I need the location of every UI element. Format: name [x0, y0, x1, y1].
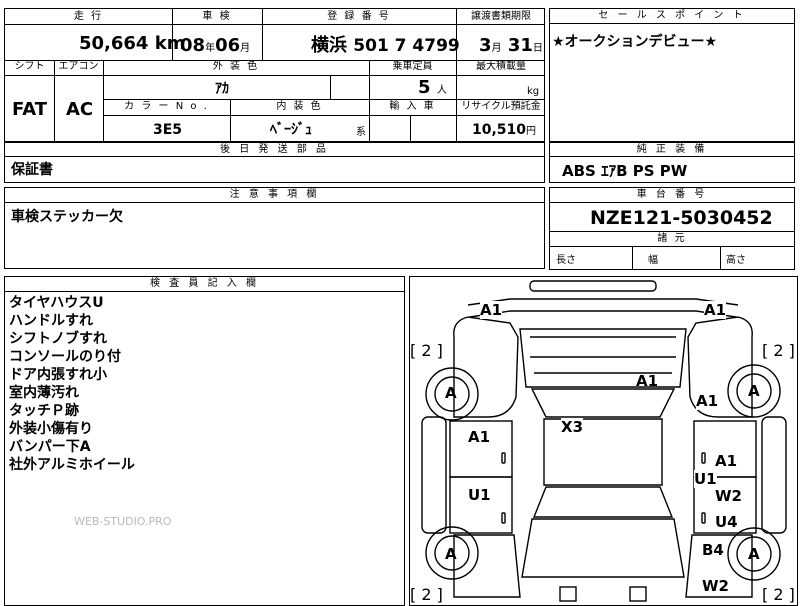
tire-count-front-left: [ 2 ] — [410, 341, 443, 360]
aircon-value: AC — [66, 99, 94, 120]
damage-right-rear-u4: U4 — [715, 513, 738, 531]
tire-count-front-right: [ 2 ] — [762, 341, 795, 360]
front-body-shape — [467, 298, 739, 306]
exterior-color-label: 外 装 色 — [212, 61, 260, 72]
left-fender-shape — [453, 316, 519, 418]
shaken-date: 08年06月 — [180, 35, 251, 56]
notes-box: 注 意 事 項 欄 車検ステッカー欠 — [4, 187, 545, 269]
sales-point-text: ★オークションデビュー★ — [552, 34, 718, 50]
car-diagram-box: [ 2 ] [ 2 ] [ 2 ] [ 2 ] A A A A A1 A1 A1… — [409, 276, 798, 606]
rear-window-shape — [532, 486, 674, 518]
interior-color-suffix: 系 — [356, 127, 366, 138]
recycle-value: 10,510円 — [472, 122, 537, 138]
damage-right-door-w2: W2 — [715, 487, 742, 505]
damage-front-left: A1 — [480, 301, 503, 319]
sales-point-label: セ ー ル ス ポ イ ン ト — [550, 9, 794, 24]
inspector-item: タイヤハウスU — [9, 295, 104, 311]
inspector-item: バンパー下A — [9, 439, 91, 455]
later-parts-value: 保証書 — [11, 162, 53, 178]
damage-left-front-door: A1 — [468, 428, 491, 446]
watermark: WEB-STUDIO.PRO — [74, 515, 172, 528]
inspector-item: ドア内張すれ小 — [9, 367, 107, 383]
vehicle-info-table: 走 行 車 検 登 録 番 号 譲渡書類期限 50,664 km 08年06月 … — [4, 8, 545, 142]
tire-grade-rear-right: A — [748, 545, 760, 563]
length-label: 長さ — [556, 255, 576, 266]
chassis-box: 車 台 番 号 NZE121-5030452 諸 元 長さ 幅 高さ — [549, 187, 795, 270]
tire-grade-front-right: A — [748, 382, 760, 400]
damage-front-right: A1 — [704, 301, 727, 319]
inspector-list: タイヤハウスU ハンドルすれ シフトノブすれ コンソールのり付 ドア内張すれ小 … — [9, 294, 135, 474]
chassis-number: NZE121-5030452 — [590, 207, 773, 229]
sales-point-box: セ ー ル ス ポ イ ン ト ★オークションデビュー★ — [549, 8, 795, 142]
shift-value: FAT — [12, 99, 48, 120]
inspector-item: 社外アルミホイール — [9, 457, 135, 473]
interior-color-value: ﾍﾞｰｼﾞｭ — [270, 122, 312, 138]
standard-equipment-text: ABS ｴｱB PS PW — [562, 162, 688, 180]
color-no-label: カ ラ ー N o . — [124, 101, 209, 112]
standard-equipment-box: 純 正 装 備 ABS ｴｱB PS PW — [549, 142, 795, 183]
damage-right-rear-b4: B4 — [702, 541, 724, 559]
front-bumper-shape — [529, 280, 657, 292]
damage-left-rear-door: U1 — [468, 486, 491, 504]
damage-right-door-u1: U1 — [694, 470, 717, 488]
damage-right-fender: A1 — [696, 392, 719, 410]
mileage-label: 走 行 — [73, 11, 104, 22]
hood-shape — [519, 328, 687, 388]
inspector-label: 検 査 員 記 入 欄 — [5, 277, 404, 292]
damage-hood: A1 — [636, 372, 659, 390]
trunk-shape — [521, 518, 685, 578]
damage-rear-w2: W2 — [702, 577, 729, 595]
interior-color-label: 内 装 色 — [276, 101, 323, 112]
exterior-color-value: ｱｶ — [215, 81, 229, 97]
capacity-value: 5 人 — [418, 77, 447, 98]
notes-text: 車検ステッカー欠 — [11, 209, 123, 225]
damage-roof: X3 — [561, 418, 584, 436]
tire-grade-front-left: A — [445, 384, 457, 402]
inspector-box: 検 査 員 記 入 欄 タイヤハウスU ハンドルすれ シフトノブすれ コンソール… — [4, 276, 405, 606]
rear-bumper-shape — [559, 586, 577, 602]
inspector-item: 外装小傷有り — [9, 421, 93, 437]
notes-label: 注 意 事 項 欄 — [5, 188, 544, 203]
width-label: 幅 — [648, 255, 658, 266]
shift-label: シフト — [14, 61, 45, 72]
aircon-label: エアコン — [58, 61, 99, 72]
inspector-item: 室内薄汚れ — [9, 385, 79, 401]
later-parts-label: 後 日 発 送 部 品 — [5, 143, 544, 157]
shaken-label: 車 検 — [202, 11, 232, 22]
maxload-unit: kg — [527, 86, 540, 97]
inspector-item: コンソールのり付 — [9, 349, 121, 365]
tire-count-rear-left: [ 2 ] — [410, 585, 443, 604]
inspector-item: シフトノブすれ — [9, 331, 107, 347]
transfer-deadline: 3月 31日 — [479, 35, 543, 56]
recycle-label: リサイクル預託金 — [461, 101, 541, 112]
spec-label: 諸 元 — [657, 233, 687, 244]
tire-grade-rear-left: A — [445, 545, 457, 563]
color-no-value: 3E5 — [153, 122, 183, 138]
inspector-item: ハンドルすれ — [9, 313, 93, 329]
maxload-label: 最大積載量 — [476, 61, 526, 72]
inspector-item: タッチＰ跡 — [9, 403, 79, 419]
damage-right-front-door: A1 — [715, 452, 738, 470]
windshield-shape — [530, 388, 676, 418]
later-parts-box: 後 日 発 送 部 品 保証書 — [4, 142, 545, 183]
tire-count-rear-right: [ 2 ] — [762, 585, 795, 604]
registration-number: 横浜 501 7 4799 — [311, 35, 460, 56]
chassis-label: 車 台 番 号 — [550, 188, 794, 203]
mileage-value: 50,664 km — [79, 33, 186, 54]
import-label: 輸 入 車 — [389, 101, 436, 112]
capacity-label: 乗車定員 — [392, 61, 433, 72]
height-label: 高さ — [726, 255, 746, 266]
standard-equipment-label: 純 正 装 備 — [550, 143, 794, 157]
registration-label: 登 録 番 号 — [327, 11, 391, 22]
transfer-deadline-label: 譲渡書類期限 — [471, 11, 531, 22]
